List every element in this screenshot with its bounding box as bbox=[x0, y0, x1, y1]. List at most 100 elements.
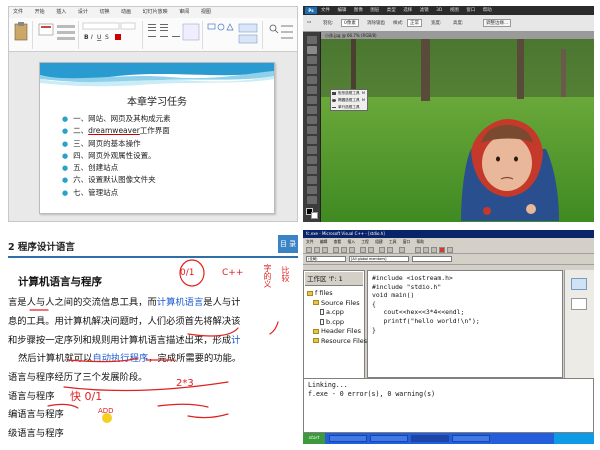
menu-item[interactable]: 插入 bbox=[56, 9, 66, 15]
new-file-icon[interactable] bbox=[306, 247, 312, 253]
taskbar-item-active[interactable] bbox=[411, 435, 449, 442]
find-icon[interactable] bbox=[265, 21, 295, 47]
flyout-item-rect-marquee[interactable]: 矩形选框工具 M bbox=[331, 90, 367, 97]
font-controls-icon[interactable]: BIUS bbox=[81, 21, 141, 47]
menu-item[interactable]: 滤镜 bbox=[420, 8, 429, 13]
image-canvas[interactable] bbox=[321, 39, 594, 222]
menu-item[interactable]: 视图 bbox=[201, 9, 211, 15]
taskbar-item[interactable] bbox=[329, 435, 367, 442]
menu-item[interactable]: 查看 bbox=[334, 239, 342, 244]
blur-tool-icon[interactable] bbox=[307, 156, 317, 164]
tree-item-project[interactable]: f files bbox=[307, 289, 367, 299]
menu-item[interactable]: 文件 bbox=[13, 9, 23, 15]
copy-icon[interactable] bbox=[341, 247, 347, 253]
editing-group[interactable] bbox=[265, 21, 297, 49]
marquee-options-icon[interactable]: ▭ bbox=[307, 20, 311, 25]
tree-item-header-files[interactable]: Header Files bbox=[307, 327, 367, 337]
flyout-item-row-marquee[interactable]: 单行选框工具 bbox=[331, 104, 367, 111]
marquee-tool-icon[interactable] bbox=[307, 46, 317, 54]
menu-item[interactable]: 帮助 bbox=[417, 239, 425, 244]
undo-icon[interactable] bbox=[360, 247, 366, 253]
menu-item[interactable]: 设计 bbox=[78, 9, 88, 15]
tree-item-resource-files[interactable]: Resource Files bbox=[307, 337, 367, 347]
menu-item[interactable]: 工程 bbox=[361, 239, 369, 244]
taskbar-item[interactable] bbox=[370, 435, 408, 442]
taskbar-item[interactable] bbox=[452, 435, 490, 442]
slides-group[interactable] bbox=[35, 21, 79, 49]
menu-item[interactable]: 组建 bbox=[375, 239, 383, 244]
start-button[interactable]: start bbox=[303, 433, 325, 444]
menu-item[interactable]: 图层 bbox=[370, 8, 379, 13]
menu-item[interactable]: 选择 bbox=[403, 8, 412, 13]
eyedropper-tool-icon[interactable] bbox=[307, 86, 317, 94]
menu-item[interactable]: 编辑 bbox=[337, 8, 346, 13]
menu-item[interactable]: 文件 bbox=[306, 239, 314, 244]
menu-item[interactable]: 插入 bbox=[347, 239, 355, 244]
execute-icon[interactable] bbox=[439, 247, 445, 253]
eraser-tool-icon[interactable] bbox=[307, 136, 317, 144]
gradient-tool-icon[interactable] bbox=[307, 146, 317, 154]
menu-item[interactable]: 文件 bbox=[321, 8, 330, 13]
menu-item[interactable]: 幻灯片放映 bbox=[143, 9, 168, 15]
menu-item[interactable]: 视图 bbox=[450, 8, 459, 13]
menu-item[interactable]: 类型 bbox=[387, 8, 396, 13]
tree-item-file[interactable]: b.cpp bbox=[307, 318, 367, 328]
menu-item[interactable]: 图像 bbox=[354, 8, 363, 13]
hand-tool-icon[interactable] bbox=[307, 196, 317, 204]
type-tool-icon[interactable] bbox=[307, 186, 317, 194]
font-group[interactable]: BIUS bbox=[81, 21, 143, 49]
output-icon[interactable] bbox=[387, 247, 393, 253]
open-file-icon[interactable] bbox=[314, 247, 320, 253]
contents-tab[interactable]: 目 录 bbox=[278, 235, 298, 253]
menu-item[interactable]: 动画 bbox=[121, 9, 131, 15]
paragraph-group[interactable] bbox=[145, 21, 203, 49]
paragraph-controls-icon[interactable] bbox=[145, 21, 201, 47]
dodge-tool-icon[interactable] bbox=[307, 166, 317, 174]
paste-icon[interactable] bbox=[349, 247, 355, 253]
clipboard-group[interactable] bbox=[11, 21, 33, 49]
cut-icon[interactable] bbox=[333, 247, 339, 253]
flyout-item-ellipse-marquee[interactable]: 椭圆选框工具 M bbox=[331, 97, 367, 104]
function-combo[interactable] bbox=[412, 256, 452, 262]
tree-item-source-files[interactable]: Source Files bbox=[307, 299, 367, 309]
drawing-group[interactable] bbox=[205, 21, 263, 49]
style-select[interactable]: 正常 bbox=[407, 19, 422, 27]
properties-icon[interactable] bbox=[571, 278, 587, 290]
menu-item[interactable]: 开始 bbox=[35, 9, 45, 15]
slide-canvas[interactable]: 本章学习任务 ● 一、网站、网页及其构成元素 ● 二、dreamweaver工作界面… bbox=[39, 62, 275, 214]
menu-item[interactable]: 切换 bbox=[99, 9, 109, 15]
feather-input[interactable]: 0像素 bbox=[341, 19, 359, 27]
pen-tool-icon[interactable] bbox=[307, 176, 317, 184]
brush-tool-icon[interactable] bbox=[307, 106, 317, 114]
healing-tool-icon[interactable] bbox=[307, 96, 317, 104]
menu-item[interactable]: 窗口 bbox=[403, 239, 411, 244]
document-tab[interactable]: 小孩.jpg @ 66.7% (RGB/8) bbox=[321, 32, 594, 39]
stop-build-icon[interactable] bbox=[431, 247, 437, 253]
shapes-icon[interactable] bbox=[205, 21, 261, 47]
find-icon[interactable] bbox=[399, 247, 405, 253]
workspace-icon[interactable] bbox=[379, 247, 385, 253]
palette-icon[interactable] bbox=[571, 298, 587, 310]
background-color-swatch[interactable] bbox=[311, 212, 318, 219]
tree-item-file[interactable]: a.cpp bbox=[307, 308, 367, 318]
members-combo[interactable]: [All global members] bbox=[349, 256, 409, 262]
save-icon[interactable] bbox=[322, 247, 328, 253]
menu-item[interactable]: 帮助 bbox=[483, 8, 492, 13]
class-combo[interactable]: (全局) bbox=[306, 256, 346, 262]
refine-edge-button[interactable]: 调整边缘... bbox=[483, 19, 512, 27]
build-icon[interactable] bbox=[423, 247, 429, 253]
new-slide-icon[interactable] bbox=[35, 21, 77, 47]
paste-icon[interactable] bbox=[11, 21, 31, 45]
lasso-tool-icon[interactable] bbox=[307, 56, 317, 64]
go-icon[interactable] bbox=[447, 247, 453, 253]
menu-item[interactable]: 编辑 bbox=[320, 239, 328, 244]
redo-icon[interactable] bbox=[368, 247, 374, 253]
move-tool-icon[interactable] bbox=[307, 36, 317, 44]
quick-select-tool-icon[interactable] bbox=[307, 66, 317, 74]
menu-item[interactable]: 窗口 bbox=[466, 8, 475, 13]
code-editor[interactable]: #include <iostream.h> #include "stdio.h" v… bbox=[367, 270, 563, 378]
anti-alias-checkbox[interactable]: 消除锯齿 bbox=[367, 20, 385, 26]
crop-tool-icon[interactable] bbox=[307, 76, 317, 84]
stamp-tool-icon[interactable] bbox=[307, 116, 317, 124]
history-brush-tool-icon[interactable] bbox=[307, 126, 317, 134]
